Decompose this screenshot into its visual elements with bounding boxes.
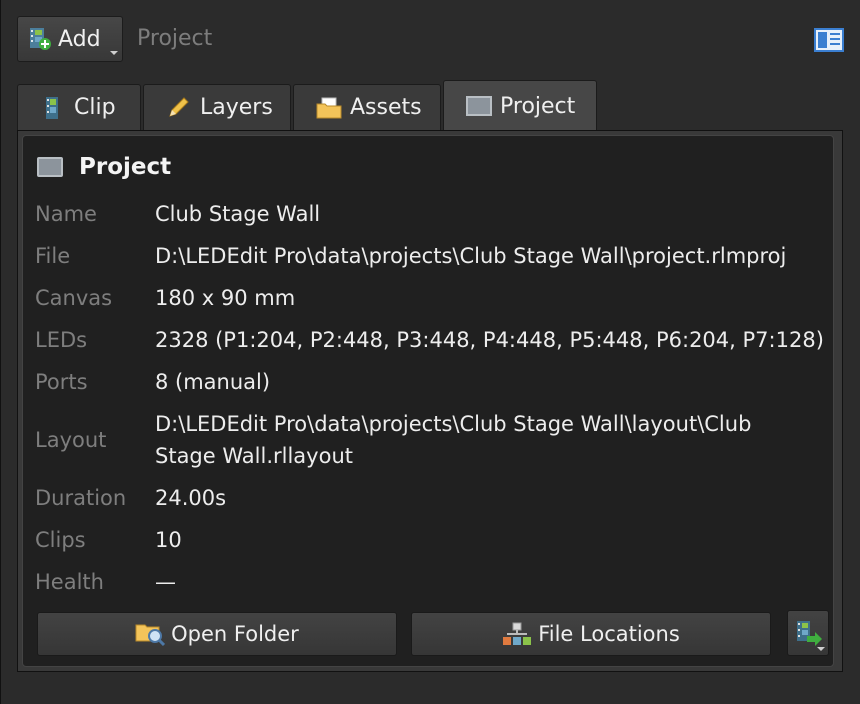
field-label: Canvas: [35, 286, 113, 310]
section-header: Project: [37, 154, 171, 180]
pencil-icon: [166, 96, 190, 120]
breadcrumb: Project: [137, 26, 213, 51]
hierarchy-icon: [502, 621, 532, 647]
field-value: 10: [155, 528, 182, 552]
add-clip-icon: [28, 27, 52, 51]
open-folder-label: Open Folder: [171, 622, 299, 646]
tab-assets[interactable]: Assets: [293, 84, 441, 130]
field-value: 24.00s: [155, 486, 227, 510]
chevron-down-icon: [817, 647, 825, 651]
tab-project[interactable]: Project: [443, 80, 597, 132]
tab-label: Layers: [200, 95, 273, 120]
file-locations-label: File Locations: [538, 622, 680, 646]
field-value: 8 (manual): [155, 370, 271, 394]
tab-label: Assets: [350, 95, 422, 120]
field-label: LEDs: [35, 328, 88, 352]
field-value: Stage Wall.rllayout: [155, 444, 353, 468]
field-value: 2328 (P1:204, P2:448, P3:448, P4:448, P5…: [155, 328, 824, 352]
monitor-icon: [37, 157, 63, 177]
tab-clip[interactable]: Clip: [17, 84, 141, 130]
toolbar: Add Project: [17, 16, 844, 64]
add-button-label: Add: [58, 26, 101, 52]
add-button[interactable]: Add: [17, 16, 123, 62]
project-window: Add Project Clip Layers Assets Project P…: [0, 0, 860, 704]
field-value: D:\LEDEdit Pro\data\projects\Club Stage …: [155, 412, 752, 436]
field-label: Health: [35, 570, 104, 594]
section-title: Project: [79, 154, 172, 180]
field-value: D:\LEDEdit Pro\data\projects\Club Stage …: [155, 244, 787, 268]
field-value: Club Stage Wall: [155, 202, 321, 226]
field-label: Clips: [35, 528, 86, 552]
tab-layers[interactable]: Layers: [143, 84, 291, 130]
field-label: Ports: [35, 370, 88, 394]
field-label: Duration: [35, 486, 127, 510]
field-value: —: [155, 570, 176, 594]
field-label: File: [35, 244, 71, 268]
folder-search-icon: [135, 621, 166, 647]
file-locations-button[interactable]: File Locations: [411, 612, 771, 656]
chevron-down-icon: [110, 51, 118, 55]
film-strip-icon: [40, 96, 64, 120]
project-panel: Project Name Club Stage Wall File D:\LED…: [17, 130, 843, 672]
field-label: Layout: [35, 428, 107, 452]
field-value: 180 x 90 mm: [155, 286, 296, 310]
tab-label: Project: [500, 94, 576, 119]
monitor-icon: [466, 95, 492, 119]
project-details: Project Name Club Stage Wall File D:\LED…: [22, 135, 834, 667]
folder-icon: [316, 96, 342, 120]
tab-label: Clip: [74, 95, 116, 120]
panel-layout-icon[interactable]: [814, 28, 844, 52]
open-folder-button[interactable]: Open Folder: [37, 612, 397, 656]
export-button[interactable]: [787, 610, 829, 656]
field-label: Name: [35, 202, 97, 226]
